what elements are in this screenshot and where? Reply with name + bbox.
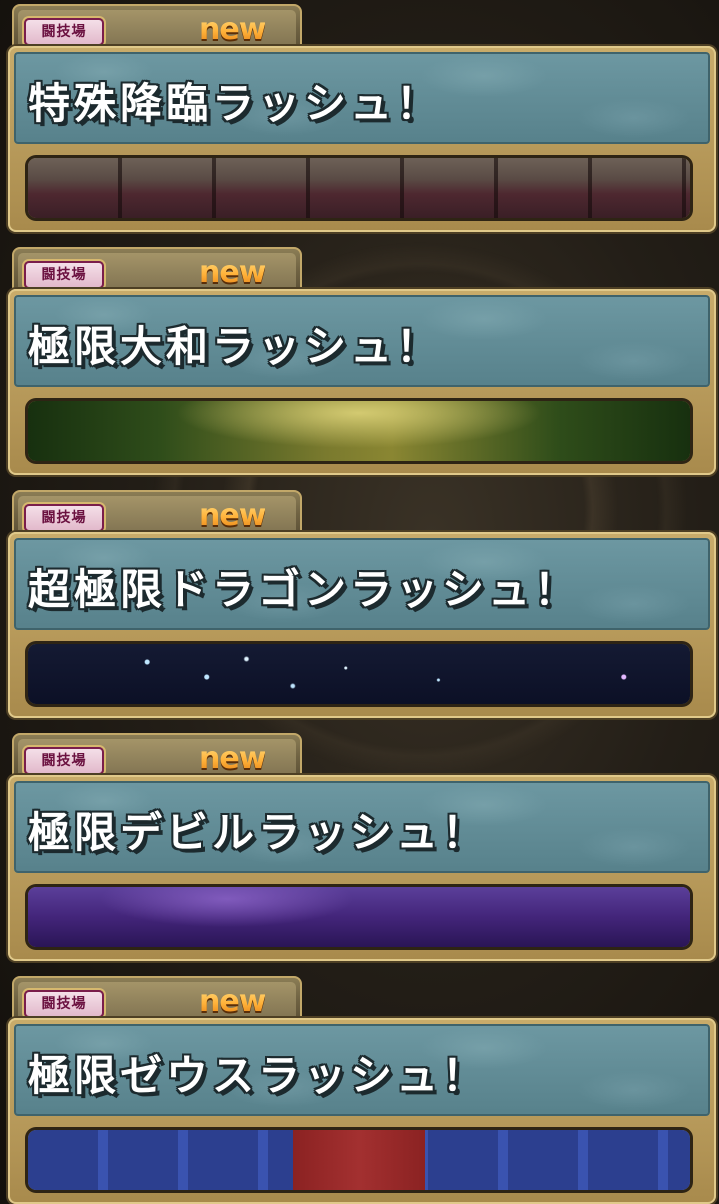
dungeon-title: 特殊降臨ラッシュ！ [28,79,443,128]
dungeon-tab: 闘技場 new [12,976,302,1022]
new-label: new [199,984,266,1019]
stone-header: 特殊降臨ラッシュ！ [14,52,710,144]
dungeon-title: 極限ゼウスラッシュ！ [28,1051,489,1100]
stone-header: 極限デビルラッシュ！ [14,781,710,873]
dungeon-scene-image [28,158,690,218]
arena-badge: 闘技場 [24,261,104,289]
dungeon-banner[interactable]: 極限ゼウスラッシュ！ [8,1018,716,1204]
dungeon-entry[interactable]: 闘技場 new 超極限ドラゴンラッシュ！ [8,488,718,720]
dungeon-scene-image [28,644,690,704]
dungeon-title: 極限デビルラッシュ！ [28,808,489,857]
dungeon-title: 超極限ドラゴンラッシュ！ [28,565,581,614]
new-label: new [199,741,266,776]
dungeon-tab: 闘技場 new [12,247,302,293]
stone-header: 極限大和ラッシュ！ [14,295,710,387]
new-label: new [199,12,266,47]
dungeon-entry[interactable]: 闘技場 new 極限ゼウスラッシュ！ [8,974,718,1204]
dungeon-title: 極限大和ラッシュ！ [28,322,443,371]
dungeon-scene-image [28,401,690,461]
arena-badge: 闘技場 [24,18,104,46]
dungeon-tab: 闘技場 new [12,490,302,536]
arena-badge: 闘技場 [24,747,104,775]
dungeon-entry[interactable]: 闘技場 new 極限大和ラッシュ！ [8,245,718,477]
stone-header: 超極限ドラゴンラッシュ！ [14,538,710,630]
dungeon-scene-image [28,887,690,947]
new-label: new [199,498,266,533]
dungeon-tab: 闘技場 new [12,733,302,779]
dungeon-banner[interactable]: 超極限ドラゴンラッシュ！ [8,532,716,718]
dungeon-banner[interactable]: 極限大和ラッシュ！ [8,289,716,475]
new-label: new [199,255,266,290]
stone-header: 極限ゼウスラッシュ！ [14,1024,710,1116]
dungeon-banner[interactable]: 極限デビルラッシュ！ [8,775,716,961]
dungeon-entry[interactable]: 闘技場 new 特殊降臨ラッシュ！ [8,2,718,234]
arena-badge: 闘技場 [24,504,104,532]
dungeon-tab: 闘技場 new [12,4,302,50]
dungeon-entry[interactable]: 闘技場 new 極限デビルラッシュ！ [8,731,718,963]
arena-badge: 闘技場 [24,990,104,1018]
dungeon-scene-image [28,1130,690,1190]
dungeon-banner[interactable]: 特殊降臨ラッシュ！ [8,46,716,232]
